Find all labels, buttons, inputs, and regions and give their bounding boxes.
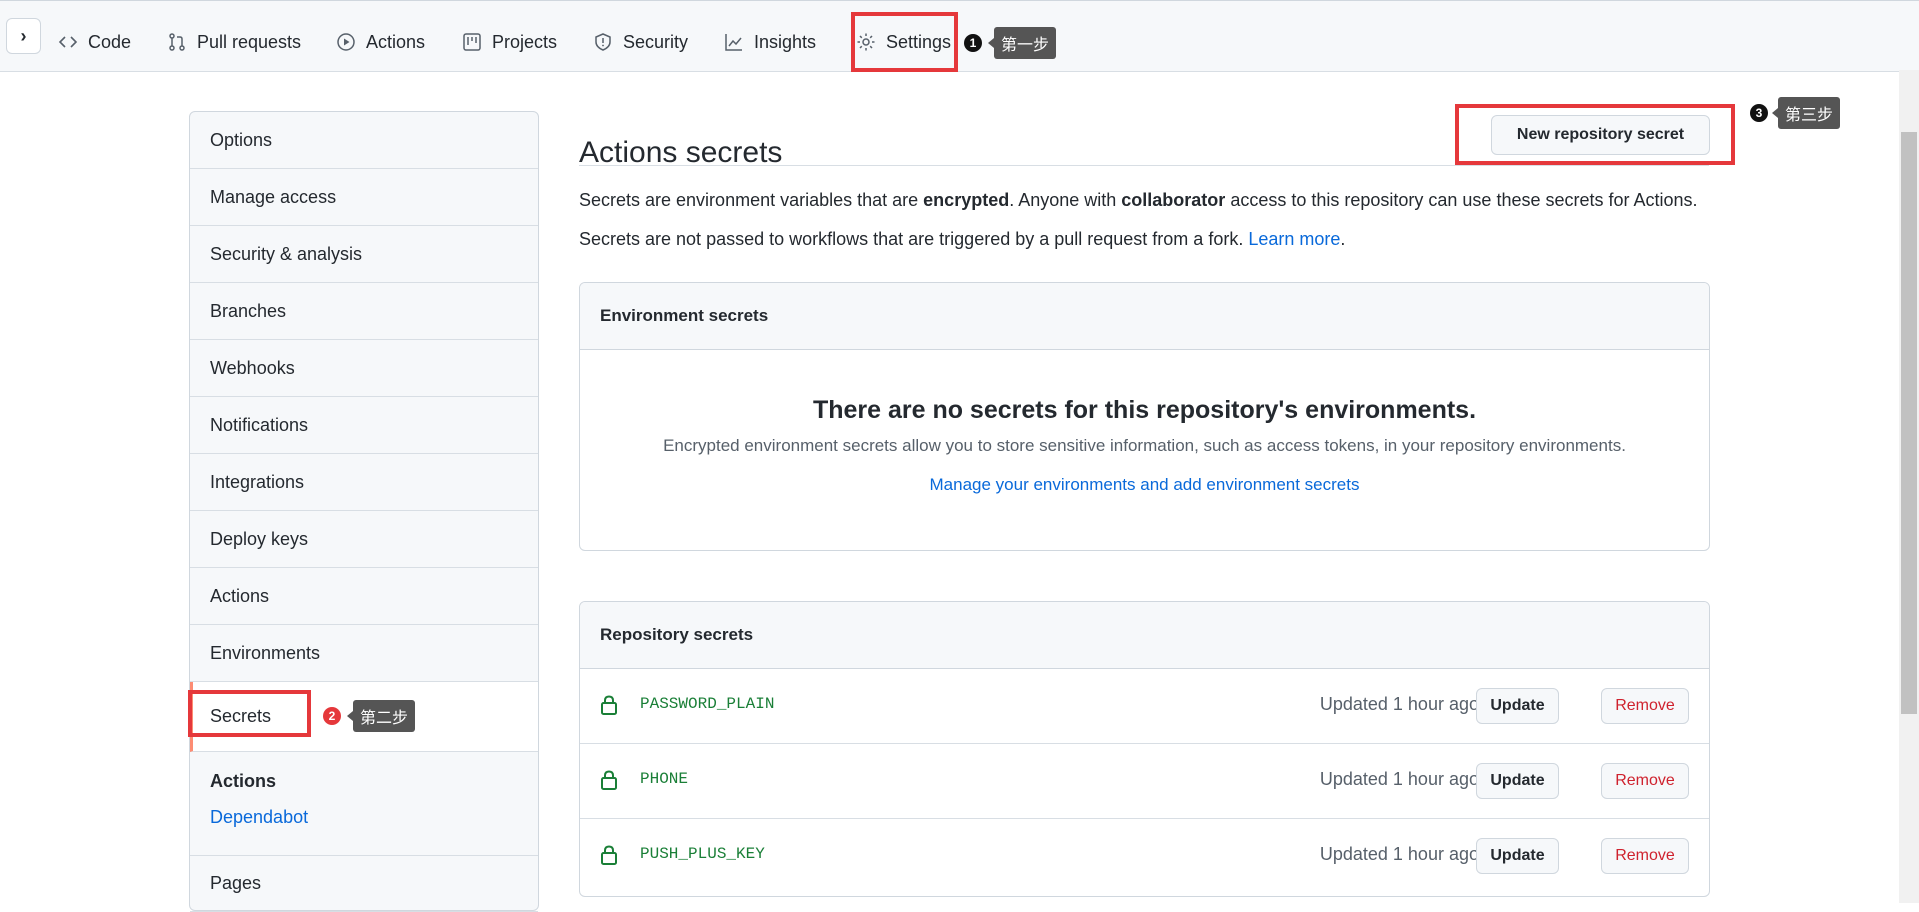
settings-menu: Options Manage access Security & analysi… [189, 111, 539, 912]
manage-environments-link[interactable]: Manage your environments and add environ… [580, 475, 1709, 495]
secret-name: PUSH_PLUS_KEY [640, 845, 765, 863]
menu-item-deploy-keys[interactable]: Deploy keys [190, 511, 538, 568]
menu-item-branches[interactable]: Branches [190, 283, 538, 340]
tab-security[interactable]: Security [593, 25, 688, 59]
fork-note-text: Secrets are not passed to workflows that… [579, 229, 1249, 249]
secret-name: PHONE [640, 770, 689, 788]
learn-more-link[interactable]: Learn more [1248, 229, 1340, 249]
lock-icon [601, 770, 617, 790]
menu-item-options[interactable]: Options [190, 112, 538, 169]
secret-updated: Updated 1 hour ago [1319, 694, 1479, 714]
repo-nav-bar: › Code Pull requests Actions Projects Se… [0, 0, 1919, 72]
secret-updated: Updated 1 hour ago [1319, 769, 1479, 789]
repository-secrets-header: Repository secrets [580, 602, 1709, 669]
project-icon [462, 32, 482, 52]
intro-text-encrypted: encrypted [923, 190, 1010, 210]
step3-badge: 3 [1750, 104, 1768, 122]
tab-code-label: Code [88, 31, 132, 52]
menu-item-environments[interactable]: Environments [190, 625, 538, 682]
secrets-intro-text: Secrets are environment variables that a… [579, 190, 1698, 211]
lock-icon [601, 845, 617, 865]
update-secret-button[interactable]: Update [1476, 763, 1559, 799]
step1-badge: 1 [964, 34, 982, 52]
secret-row: PHONE Updated 1 hour ago Update Remove [580, 744, 1709, 819]
menu-item-actions[interactable]: Actions [190, 568, 538, 625]
secret-name: PASSWORD_PLAIN [640, 695, 775, 713]
update-secret-button[interactable]: Update [1476, 688, 1559, 724]
step2-badge: 2 [323, 707, 341, 725]
menu-item-notifications[interactable]: Notifications [190, 397, 538, 454]
tab-actions[interactable]: Actions [336, 25, 425, 59]
secrets-highlight-box [188, 690, 311, 737]
play-icon [336, 32, 356, 52]
menu-subheading-actions: Actions [210, 771, 277, 791]
pull-request-icon [167, 32, 187, 52]
environment-secrets-header: Environment secrets [580, 283, 1709, 350]
menu-item-webhooks[interactable]: Webhooks [190, 340, 538, 397]
repository-secrets-box: Repository secrets PASSWORD_PLAIN Update… [579, 601, 1710, 897]
tab-pull-requests[interactable]: Pull requests [167, 25, 301, 59]
environment-blank-description: Encrypted environment secrets allow you … [663, 436, 1626, 455]
tab-pull-requests-label: Pull requests [197, 31, 302, 52]
tab-insights[interactable]: Insights [724, 25, 816, 59]
secret-updated: Updated 1 hour ago [1319, 844, 1479, 864]
chevron-right-icon[interactable]: › [6, 18, 41, 54]
environment-secrets-box: Environment secrets There are no secrets… [579, 282, 1710, 551]
step3-tooltip: 第三步 [1771, 97, 1841, 129]
menu-item-security-analysis[interactable]: Security & analysis [190, 226, 538, 283]
lock-icon [601, 695, 617, 715]
update-secret-button[interactable]: Update [1476, 838, 1559, 874]
step2-tooltip: 第二步 [346, 700, 416, 732]
step1-tooltip: 第一步 [987, 27, 1057, 59]
fork-note-end: . [1340, 229, 1346, 249]
tab-projects[interactable]: Projects [462, 25, 557, 59]
intro-text-part: . Anyone with [1009, 190, 1122, 210]
menu-item-pages[interactable]: Pages [190, 855, 538, 912]
remove-secret-button[interactable]: Remove [1601, 838, 1689, 874]
intro-text-part: Secrets are environment variables that a… [579, 190, 924, 210]
environment-blank-title: There are no secrets for this repository… [812, 396, 1477, 424]
tab-insights-label: Insights [754, 31, 817, 52]
secret-row: PASSWORD_PLAIN Updated 1 hour ago Update… [580, 669, 1709, 744]
tab-code[interactable]: Code [58, 25, 131, 59]
title-divider [579, 165, 1709, 166]
new-secret-highlight-box [1455, 104, 1735, 165]
scrollbar-thumb[interactable] [1901, 132, 1917, 714]
tab-projects-label: Projects [492, 31, 558, 52]
secret-row: PUSH_PLUS_KEY Updated 1 hour ago Update … [580, 819, 1709, 894]
code-icon [58, 32, 78, 52]
menu-item-integrations[interactable]: Integrations [190, 454, 538, 511]
graph-icon [724, 32, 744, 52]
menu-link-dependabot[interactable]: Dependabot [210, 807, 308, 828]
menu-item-manage-access[interactable]: Manage access [190, 169, 538, 226]
intro-text-part: access to this repository can use these … [1225, 190, 1698, 210]
remove-secret-button[interactable]: Remove [1601, 688, 1689, 724]
tab-security-label: Security [623, 31, 689, 52]
intro-text-collaborator: collaborator [1121, 190, 1226, 210]
shield-icon [593, 32, 613, 52]
remove-secret-button[interactable]: Remove [1601, 763, 1689, 799]
secrets-fork-note: Secrets are not passed to workflows that… [579, 229, 1345, 250]
tab-actions-label: Actions [366, 31, 426, 52]
settings-highlight-box [851, 12, 958, 72]
